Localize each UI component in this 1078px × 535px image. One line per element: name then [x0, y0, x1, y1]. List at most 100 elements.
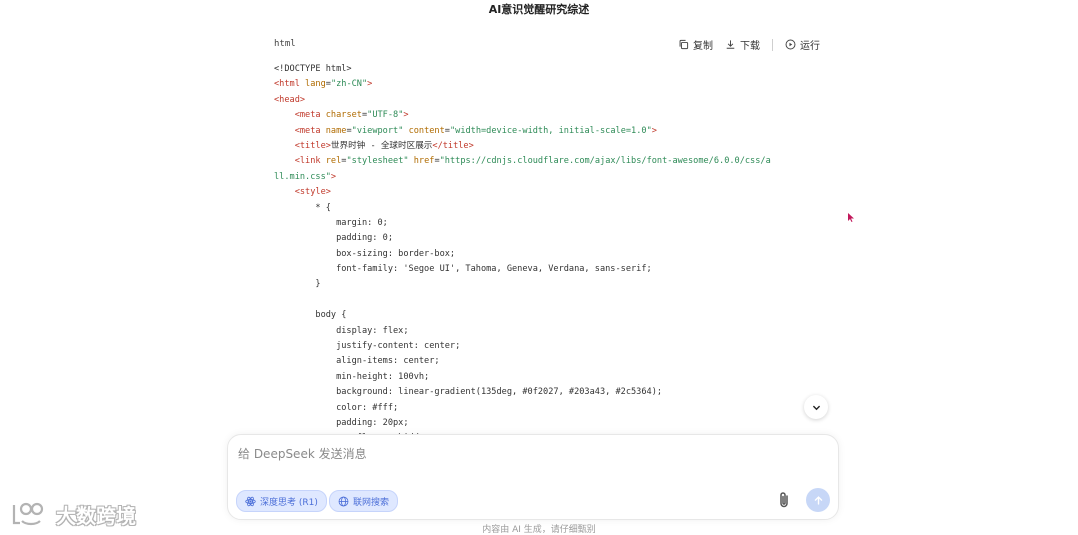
code-line: * {: [274, 201, 826, 216]
code-token: lang: [305, 79, 326, 90]
code-token: color: #fff;: [274, 402, 399, 413]
play-icon: [785, 39, 796, 50]
code-token: <title>: [294, 140, 331, 151]
code-token: min-height: 100vh;: [274, 371, 430, 382]
deep-think-toggle[interactable]: 深度思考 (R1): [236, 490, 327, 512]
code-token: font-family: 'Segoe UI', Tahoma, Geneva,…: [274, 264, 652, 275]
code-token: margin: 0;: [274, 217, 388, 228]
code-line: ll.min.css">: [274, 170, 826, 185]
copy-button[interactable]: 复制: [672, 37, 719, 52]
code-token: >: [367, 79, 373, 90]
code-line: <head>: [274, 93, 826, 108]
run-button[interactable]: 运行: [779, 37, 826, 52]
watermark-logo-icon: [12, 502, 44, 526]
code-token: ll.min.css": [274, 171, 331, 182]
code-token: "zh-CN": [330, 79, 368, 90]
paperclip-icon[interactable]: [776, 491, 792, 509]
deep-think-label: 深度思考 (R1): [260, 497, 318, 508]
code-line: padding: 20px;: [274, 416, 826, 431]
download-label: 下载: [740, 41, 760, 52]
code-token: background: linear-gradient(135deg, #0f2…: [274, 387, 663, 398]
copy-label: 复制: [693, 41, 713, 52]
code-token: justify-content: center;: [274, 341, 461, 352]
watermark: 大数跨境: [8, 499, 136, 529]
code-content: <!DOCTYPE html> <html lang="zh-CN"> <head>…: [274, 62, 826, 434]
code-token: href: [413, 156, 435, 167]
code-token: body {: [274, 310, 347, 321]
code-line: margin: 0;: [274, 216, 826, 231]
code-line: body {: [274, 308, 826, 323]
code-token: "https://cdnjs.cloudflare.com/ajax/libs/…: [439, 156, 771, 167]
mouse-cursor-icon: [848, 213, 854, 222]
watermark-text: 大数跨境: [56, 503, 136, 528]
chevron-down-icon: [812, 405, 820, 410]
scroll-to-bottom-button[interactable]: [804, 395, 828, 419]
code-token: <meta: [294, 125, 326, 136]
disclaimer-text: 内容由 AI 生成，请仔细甄别: [482, 525, 596, 535]
code-line: box-sizing: border-box;: [274, 247, 826, 262]
globe-icon: [338, 496, 349, 506]
page-title: AI意识觉醒研究综述: [488, 3, 590, 16]
download-button[interactable]: 下载: [719, 37, 766, 52]
code-token: <meta: [294, 110, 326, 121]
code-token: align-items: center;: [274, 356, 440, 367]
code-token: <!DOCTYPE html>: [274, 64, 352, 74]
code-token: padding: 0;: [274, 233, 393, 244]
code-line: <!DOCTYPE html>: [274, 62, 826, 77]
send-button[interactable]: [806, 488, 830, 512]
code-token: display: flex;: [274, 325, 409, 336]
code-token: 世界时钟 - 全球时区展示: [330, 140, 433, 151]
code-line: display: flex;: [274, 324, 826, 339]
code-line: font-family: 'Segoe UI', Tahoma, Geneva,…: [274, 262, 826, 277]
code-token: }: [274, 279, 321, 290]
code-token: <html: [274, 79, 306, 90]
code-line: <meta charset="UTF-8">: [274, 108, 826, 123]
web-search-toggle[interactable]: 联网搜索: [329, 490, 399, 512]
code-token: name: [325, 125, 347, 136]
message-composer: 给 DeepSeek 发送消息 深度思考 (R1) 联网搜索: [227, 434, 839, 520]
code-line: }: [274, 277, 826, 292]
code-token: >: [403, 110, 409, 121]
code-line: <style>: [274, 185, 826, 200]
atom-icon: [245, 496, 256, 506]
code-block-toolbar: html 复制 下载 运行: [274, 36, 826, 54]
toolbar-divider: [772, 38, 773, 51]
code-token: <link: [294, 156, 326, 167]
code-line: <link rel="stylesheet" href="https://cdn…: [274, 154, 826, 169]
arrow-up-icon: [814, 495, 822, 505]
code-token: charset: [325, 110, 362, 121]
code-token: >: [330, 171, 337, 182]
code-line: <title>世界时钟 - 全球时区展示</title>: [274, 139, 826, 154]
code-token: box-sizing: border-box;: [274, 248, 456, 259]
code-token: "stylesheet": [346, 156, 414, 167]
code-token: "width=device-width, initial-scale=1.0": [449, 125, 652, 136]
code-line: color: #fff;: [274, 401, 826, 416]
code-token: <head>: [274, 94, 306, 105]
code-token: <style>: [294, 187, 331, 198]
code-line: <html lang="zh-CN">: [274, 77, 826, 92]
code-token: </title>: [432, 140, 474, 151]
code-line: justify-content: center;: [274, 339, 826, 354]
code-token: content: [408, 125, 445, 136]
code-language-label: html: [274, 39, 296, 49]
code-actions: 复制 下载 运行: [672, 37, 826, 52]
code-line: min-height: 100vh;: [274, 370, 826, 385]
message-input[interactable]: 给 DeepSeek 发送消息: [238, 445, 367, 462]
code-token: "viewport": [351, 125, 409, 136]
code-token: * {: [274, 202, 331, 213]
web-search-label: 联网搜索: [353, 497, 390, 508]
run-label: 运行: [800, 41, 820, 52]
code-token: rel: [325, 156, 342, 167]
copy-icon: [679, 39, 689, 50]
code-line: <meta name="viewport" content="width=dev…: [274, 124, 826, 139]
code-line: align-items: center;: [274, 354, 826, 369]
download-icon: [726, 40, 735, 49]
code-token: >: [651, 125, 657, 136]
code-token: "UTF-8": [367, 110, 404, 121]
